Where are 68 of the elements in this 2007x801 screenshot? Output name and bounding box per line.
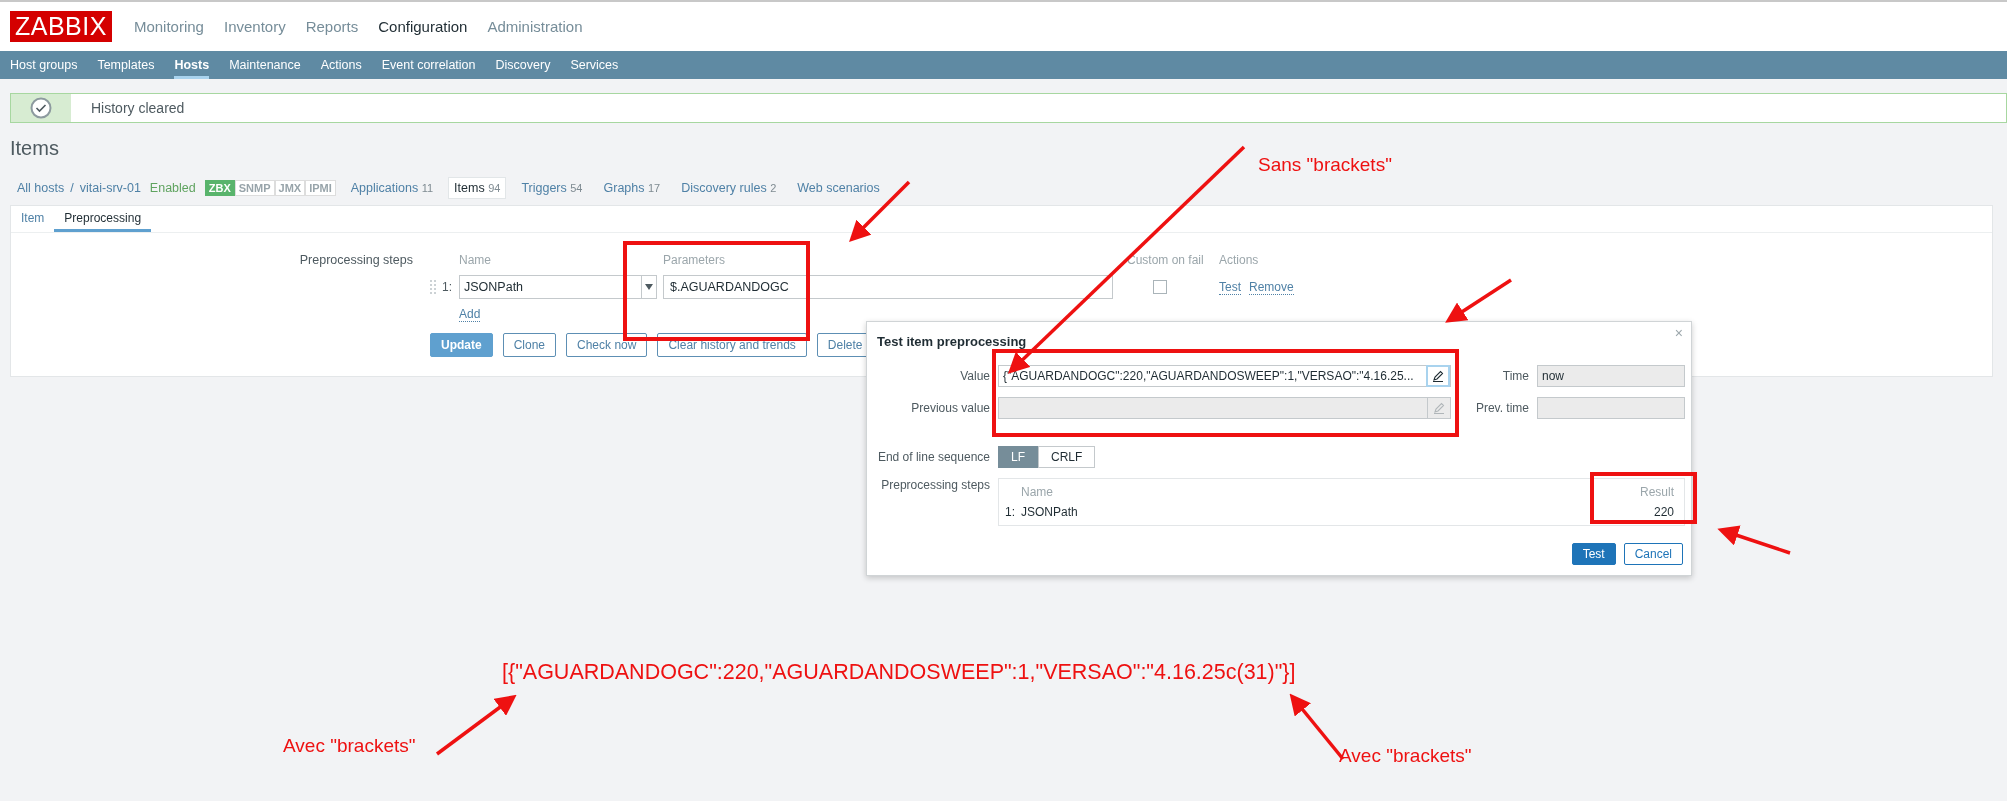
submenu-item[interactable]: Hosts xyxy=(174,51,210,79)
form-tab[interactable]: Preprocessing xyxy=(54,206,152,232)
column-header: Actions xyxy=(1219,253,1260,267)
logo[interactable]: ZABBIX xyxy=(10,11,112,42)
dialog-title: Test item preprocessing xyxy=(877,334,1028,349)
step-type-select[interactable]: JSONPath xyxy=(459,275,657,299)
eol-option[interactable]: CRLF xyxy=(1038,446,1096,468)
submenu-item[interactable]: Actions xyxy=(320,51,362,79)
annotation-json-text: [{"AGUARDANDOGC":220,"AGUARDANDOSWEEP":1,"VERSAO":"4.16.25c(31)"}] xyxy=(502,660,1296,685)
field-label: Preprocessing steps xyxy=(298,253,413,269)
submenu-item[interactable]: Event correlation xyxy=(381,51,476,79)
field-label: Prev. time xyxy=(1474,401,1529,415)
column-header: Name xyxy=(459,253,492,267)
submenu-item[interactable]: Host groups xyxy=(10,51,78,79)
submenu-item[interactable]: Discovery xyxy=(495,51,551,79)
menu-item[interactable]: Reports xyxy=(305,18,359,35)
submenu-item[interactable]: Templates xyxy=(97,51,155,79)
message-text: History cleared xyxy=(90,99,185,118)
menu-item[interactable]: Configuration xyxy=(378,18,468,35)
close-button[interactable]: × xyxy=(1674,325,1683,341)
action-link[interactable]: Test xyxy=(1219,279,1241,295)
interface-badge: IPMI xyxy=(305,180,336,196)
host-tab[interactable]: Graphs 17 xyxy=(597,177,667,199)
field-label: Value xyxy=(959,369,990,383)
dialog-button[interactable]: Test xyxy=(1571,543,1616,565)
column-header: Result xyxy=(1640,485,1674,499)
host-tab[interactable]: Web scenarios xyxy=(791,177,886,199)
value-field[interactable]: {"AGUARDANDOGC":220,"AGUARDANDOSWEEP":1,"VERSAO":"4.16.25... xyxy=(998,365,1451,387)
dialog-button[interactable]: Cancel xyxy=(1623,543,1683,565)
field-label: Preprocessing steps xyxy=(880,478,990,492)
field-label: Previous value xyxy=(910,401,990,415)
submenu-item[interactable]: Services xyxy=(570,51,619,79)
field-label: End of line sequence xyxy=(877,450,990,464)
annotation-note: Avec "brackets" xyxy=(1339,745,1472,767)
column-header: Parameters xyxy=(663,253,727,267)
host-tab[interactable]: Items 94 xyxy=(448,177,507,199)
interface-badge: ZBX xyxy=(204,180,235,196)
step-result: 220 xyxy=(1652,505,1674,519)
interface-badge: JMX xyxy=(274,180,306,196)
host-tab[interactable]: Discovery rules 2 xyxy=(675,177,783,199)
menu-item[interactable]: Inventory xyxy=(223,18,286,35)
action-link[interactable]: Remove xyxy=(1249,279,1294,295)
breadcrumb-link[interactable]: vitai-srv-01 xyxy=(79,181,141,195)
form-button[interactable]: Update xyxy=(430,333,493,357)
breadcrumb-link[interactable]: All hosts xyxy=(17,181,65,195)
host-tab[interactable]: Applications 11 xyxy=(344,177,440,199)
time-field[interactable]: now xyxy=(1537,365,1685,387)
step-number: 1: xyxy=(442,280,452,294)
annotation-note: Avec "brackets" xyxy=(283,735,416,757)
step-name: JSONPath xyxy=(1021,505,1079,519)
eol-option[interactable]: LF xyxy=(998,446,1038,468)
annotation-note: Sans "brackets" xyxy=(1258,154,1392,176)
add-link[interactable]: Add xyxy=(459,307,481,322)
interface-badge: SNMP xyxy=(234,180,275,196)
menu-item[interactable]: Monitoring xyxy=(133,18,204,35)
field-label: Time xyxy=(1501,369,1529,383)
host-tab[interactable]: Triggers 54 xyxy=(515,177,589,199)
parameter-field[interactable]: $.AGUARDANDOGC xyxy=(663,275,1113,299)
form-tab[interactable]: Item xyxy=(11,206,55,232)
page-title: Items xyxy=(10,137,60,160)
form-button[interactable]: Clone xyxy=(502,333,557,357)
menu-item[interactable]: Administration xyxy=(487,18,583,35)
step-number: 1: xyxy=(1005,505,1015,519)
form-button[interactable]: Check now xyxy=(566,333,648,357)
column-header: Name xyxy=(1021,485,1055,499)
breadcrumb-separator: / xyxy=(70,181,74,195)
submenu-item[interactable]: Maintenance xyxy=(229,51,301,79)
host-status[interactable]: Enabled xyxy=(149,181,196,195)
